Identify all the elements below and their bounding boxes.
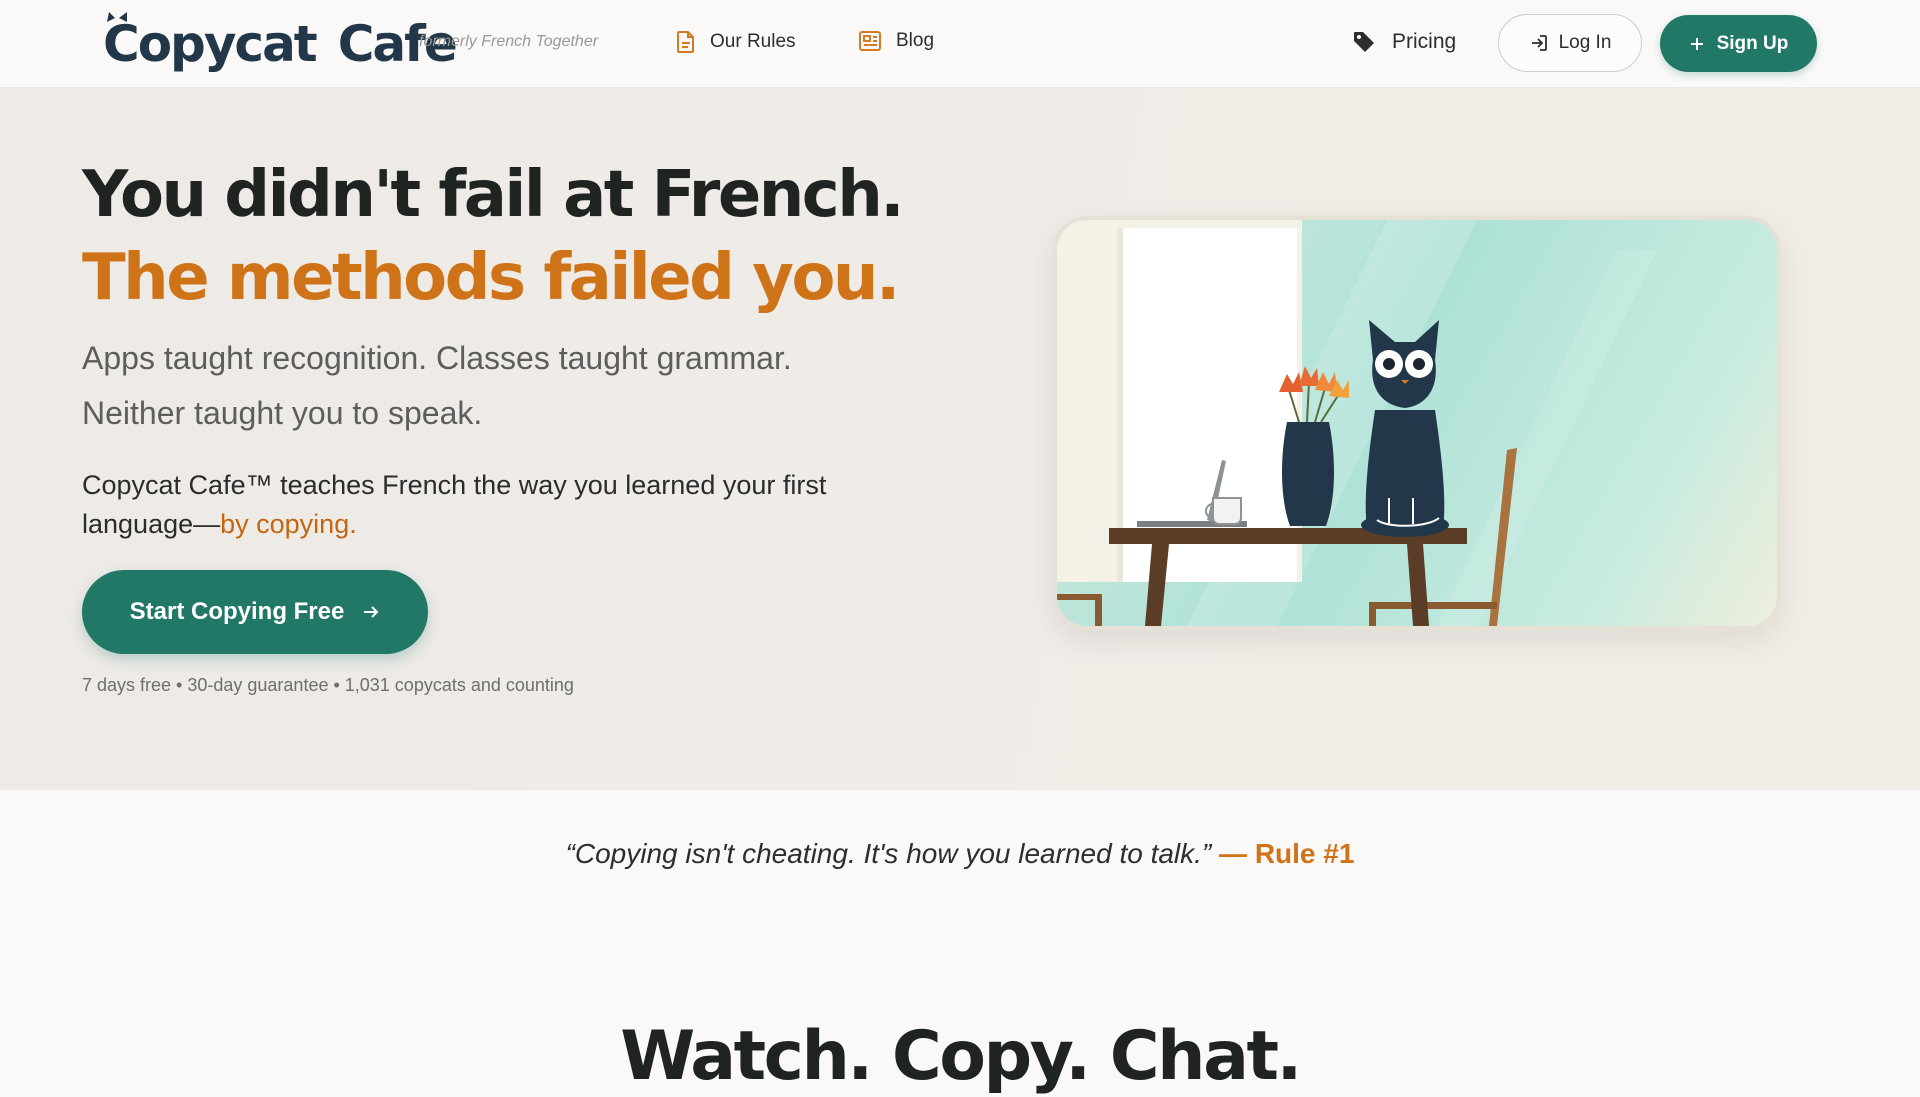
cafe-cat-illustration — [1053, 216, 1781, 630]
cat-ears-icon — [107, 12, 127, 22]
logo-tagline: formerly French Together — [419, 33, 599, 50]
site-header: Copycat Cafe formerly French Together Ou… — [0, 0, 1920, 88]
hero-description-main: Copycat Cafe™ teaches French the way you… — [82, 470, 827, 539]
signup-button[interactable]: Sign Up — [1660, 15, 1817, 72]
nav-our-rules[interactable]: Our Rules — [676, 30, 796, 54]
nav-blog[interactable]: Blog — [858, 30, 934, 52]
hero-description: Copycat Cafe™ teaches French the way you… — [82, 466, 902, 544]
cafe-scene-image — [1057, 220, 1657, 626]
hero-subtitle-line1: Apps taught recognition. Classes taught … — [82, 340, 792, 376]
hero-meta: 7 days free • 30-day guarantee • 1,031 c… — [82, 675, 574, 695]
login-label: Log In — [1558, 32, 1612, 53]
hero-title-line1: You didn't fail at French. — [82, 158, 905, 232]
nav-pricing[interactable]: Pricing — [1352, 30, 1456, 54]
arrow-right-icon — [364, 606, 379, 618]
plus-icon — [1690, 37, 1703, 50]
nav-pricing-label: Pricing — [1392, 30, 1457, 53]
hero-section: You didn't fail at French. The methods f… — [0, 88, 1920, 790]
login-button[interactable]: Log In — [1498, 14, 1642, 72]
quote-text: “Copying isn't cheating. It's how you le… — [565, 838, 1212, 869]
hero-title-line2: The methods failed you. — [82, 241, 900, 315]
nav-our-rules-label: Our Rules — [710, 31, 796, 52]
document-icon — [677, 31, 694, 53]
start-copying-button[interactable]: Start Copying Free — [82, 570, 428, 654]
logo-word-copycat: Copycat — [103, 10, 318, 78]
rule-quote: “Copying isn't cheating. It's how you le… — [0, 838, 1920, 870]
hero-subtitle-line2: Neither taught you to speak. — [82, 395, 483, 431]
login-icon — [1531, 35, 1547, 51]
newspaper-icon — [859, 31, 881, 51]
section-heading: Watch. Copy. Chat. — [620, 1017, 1302, 1096]
hero-description-highlight: by copying. — [220, 509, 357, 539]
nav-blog-label: Blog — [896, 30, 935, 51]
tag-icon — [1354, 32, 1374, 52]
start-copying-label: Start Copying Free — [129, 598, 345, 625]
signup-label: Sign Up — [1716, 32, 1789, 54]
site-logo[interactable]: Copycat Cafe — [103, 10, 458, 78]
quote-attribution: — Rule #1 — [1219, 838, 1355, 869]
